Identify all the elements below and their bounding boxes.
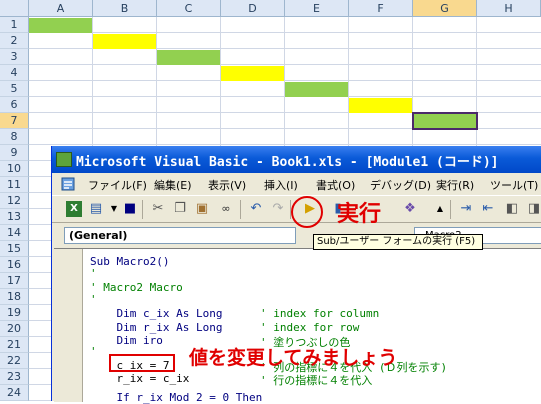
- code-editor[interactable]: Sub Macro2() ' ' Macro2 Macro ' Dim c_ix…: [54, 248, 541, 404]
- object-combo[interactable]: (General): [64, 227, 296, 244]
- column-header-d[interactable]: D: [221, 0, 285, 17]
- row-header-16[interactable]: 16: [0, 257, 29, 273]
- save-icon[interactable]: ■: [122, 201, 138, 217]
- code-line[interactable]: Dim iro: [90, 334, 162, 347]
- menu-run[interactable]: 実行(R): [436, 177, 474, 193]
- row-header-11[interactable]: 11: [0, 177, 29, 193]
- menu-debug[interactable]: デバッグ(D): [370, 177, 431, 193]
- grid-line: [29, 80, 541, 81]
- column-header-b[interactable]: B: [93, 0, 157, 17]
- row-header-5[interactable]: 5: [0, 81, 29, 97]
- object-browser-icon[interactable]: ❖: [402, 201, 418, 217]
- menu-edit[interactable]: 編集(E): [154, 177, 192, 193]
- menu-tools[interactable]: ツール(T): [490, 177, 538, 193]
- row-header-24[interactable]: 24: [0, 385, 29, 401]
- column-header-g[interactable]: G: [413, 0, 477, 17]
- row-header-1[interactable]: 1: [0, 17, 29, 33]
- menu-file[interactable]: ファイル(F): [88, 177, 147, 193]
- cell-b2[interactable]: [93, 34, 156, 49]
- paste-icon[interactable]: ▣: [194, 201, 210, 217]
- insert-userform-icon[interactable]: ▤: [88, 201, 104, 217]
- code-comment[interactable]: ' index for row: [260, 321, 359, 334]
- row-header-6[interactable]: 6: [0, 97, 29, 113]
- module-icon[interactable]: [60, 176, 76, 192]
- code-line[interactable]: If r_ix Mod 2 = 0 Then: [90, 391, 262, 404]
- row-header-4[interactable]: 4: [0, 65, 29, 81]
- comment-block-icon[interactable]: ◨: [526, 201, 541, 217]
- vba-app-icon: [56, 152, 72, 167]
- row-header-3[interactable]: 3: [0, 49, 29, 65]
- cell-f6[interactable]: [349, 98, 412, 113]
- grid-line: [29, 64, 541, 65]
- dropdown-arrow-icon[interactable]: ▼: [106, 201, 122, 217]
- cell-e5[interactable]: [285, 82, 348, 97]
- row-header-8[interactable]: 8: [0, 129, 29, 145]
- run-tooltip: Sub/ユーザー フォームの実行 (F5): [313, 234, 483, 250]
- value-highlight-box: [109, 354, 175, 372]
- code-line[interactable]: r_ix = c_ix: [90, 372, 189, 385]
- column-header-f[interactable]: F: [349, 0, 413, 17]
- menu-bar: ファイル(F) 編集(E) 表示(V) 挿入(I) 書式(O) デバッグ(D) …: [52, 173, 541, 195]
- row-header-14[interactable]: 14: [0, 225, 29, 241]
- margin-indicator-bar[interactable]: [54, 249, 83, 402]
- undo-icon[interactable]: ↶: [248, 201, 264, 217]
- code-comment[interactable]: ' 行の指標に４を代入: [260, 372, 372, 388]
- cut-icon[interactable]: ✂: [150, 201, 166, 217]
- toggle-breakpoint-icon[interactable]: ◧: [504, 201, 520, 217]
- copy-icon[interactable]: ❐: [172, 201, 188, 217]
- select-all-corner[interactable]: [0, 0, 29, 17]
- row-header-23[interactable]: 23: [0, 369, 29, 385]
- menu-view[interactable]: 表示(V): [208, 177, 246, 193]
- row-header-9[interactable]: 9: [0, 145, 29, 161]
- code-line[interactable]: Dim c_ix As Long: [90, 307, 222, 320]
- row-header-20[interactable]: 20: [0, 321, 29, 337]
- code-line[interactable]: ': [90, 293, 97, 306]
- cell-c3[interactable]: [157, 50, 220, 65]
- menu-format[interactable]: 書式(O): [316, 177, 355, 193]
- vba-title-bar[interactable]: Microsoft Visual Basic - Book1.xls - [Mo…: [52, 146, 541, 173]
- outdent-icon[interactable]: ⇤: [480, 201, 496, 217]
- active-cell-g7[interactable]: [412, 112, 478, 130]
- menu-insert[interactable]: 挿入(I): [264, 177, 298, 193]
- toolbar-options-icon[interactable]: ▲: [432, 201, 448, 217]
- code-line[interactable]: ' Macro2 Macro: [90, 281, 183, 294]
- row-header-10[interactable]: 10: [0, 161, 29, 177]
- column-header-c[interactable]: C: [157, 0, 221, 17]
- redo-icon[interactable]: ↷: [270, 201, 286, 217]
- row-header-18[interactable]: 18: [0, 289, 29, 305]
- row-header-2[interactable]: 2: [0, 33, 29, 49]
- run-annotation-label: 実行: [337, 202, 382, 227]
- column-header-a[interactable]: A: [29, 0, 93, 17]
- row-header-13[interactable]: 13: [0, 209, 29, 225]
- column-header-h[interactable]: H: [477, 0, 541, 17]
- code-line[interactable]: ': [90, 267, 97, 280]
- column-header-e[interactable]: E: [285, 0, 349, 17]
- row-header-12[interactable]: 12: [0, 193, 29, 209]
- grid-line: [29, 32, 541, 33]
- change-value-note: 値を変更してみましょう: [189, 347, 398, 369]
- run-button-highlight-circle: [291, 196, 323, 228]
- row-header-7[interactable]: 7: [0, 113, 29, 129]
- cell-d4[interactable]: [221, 66, 284, 81]
- row-header-22[interactable]: 22: [0, 353, 29, 369]
- grid-line: [29, 144, 541, 145]
- cell-a1[interactable]: [29, 18, 92, 33]
- row-header-21[interactable]: 21: [0, 337, 29, 353]
- code-line[interactable]: ': [90, 345, 97, 358]
- code-comment[interactable]: ' index for column: [260, 307, 379, 320]
- code-line[interactable]: Dim r_ix As Long: [90, 321, 222, 334]
- window-title: Microsoft Visual Basic - Book1.xls - [Mo…: [76, 155, 499, 170]
- row-header-15[interactable]: 15: [0, 241, 29, 257]
- code-line[interactable]: Sub Macro2(): [90, 255, 169, 268]
- row-header-17[interactable]: 17: [0, 273, 29, 289]
- view-excel-icon[interactable]: X: [66, 201, 82, 217]
- row-header-19[interactable]: 19: [0, 305, 29, 321]
- indent-icon[interactable]: ⇥: [458, 201, 474, 217]
- find-icon[interactable]: ∞: [218, 201, 234, 217]
